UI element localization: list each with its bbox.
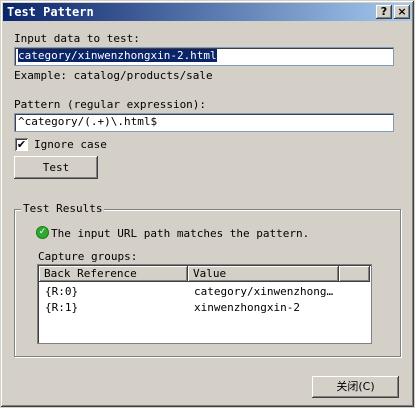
input-label: Input data to test:	[14, 32, 140, 45]
row-value: xinwenzhongxin-2	[194, 301, 300, 314]
pattern-value: ^category/(.+)\.html$	[18, 115, 158, 128]
pattern-field[interactable]: ^category/(.+)\.html$	[14, 113, 394, 132]
title-bar[interactable]: Test Pattern ? ×	[3, 3, 412, 21]
test-results-title: Test Results	[21, 202, 105, 215]
row-back-reference: {R:1}	[45, 301, 79, 314]
result-status-text: The input URL path matches the pattern.	[51, 227, 310, 240]
check-circle-icon: ✓	[36, 226, 49, 239]
ignore-case-checkbox[interactable]: ✔	[15, 138, 28, 151]
capture-groups-label: Capture groups:	[38, 250, 138, 263]
test-pattern-dialog: Test Pattern ? × Input data to test: cat…	[0, 0, 415, 408]
column-header-value[interactable]: Value	[188, 266, 339, 282]
test-button[interactable]: Test	[14, 156, 98, 179]
pattern-label: Pattern (regular expression):	[14, 98, 207, 111]
row-value: category/xinwenzhong...	[194, 285, 334, 298]
close-button[interactable]: 关闭(C)	[312, 376, 399, 398]
column-header-back-reference[interactable]: Back Reference	[39, 266, 188, 282]
row-back-reference: {R:0}	[45, 285, 79, 298]
ignore-case-label[interactable]: Ignore case	[34, 138, 107, 151]
close-window-button[interactable]: ×	[394, 5, 410, 19]
input-data-field[interactable]: category/xinwenzhongxin-2.html	[14, 47, 394, 66]
input-example: Example: catalog/products/sale	[14, 69, 213, 82]
help-button[interactable]: ?	[376, 5, 392, 19]
input-data-value: category/xinwenzhongxin-2.html	[18, 49, 217, 62]
column-header-filler	[339, 266, 370, 282]
capture-groups-list[interactable]: Back Reference Value {R:0} category/xinw…	[37, 264, 372, 344]
window-title: Test Pattern	[7, 5, 94, 19]
